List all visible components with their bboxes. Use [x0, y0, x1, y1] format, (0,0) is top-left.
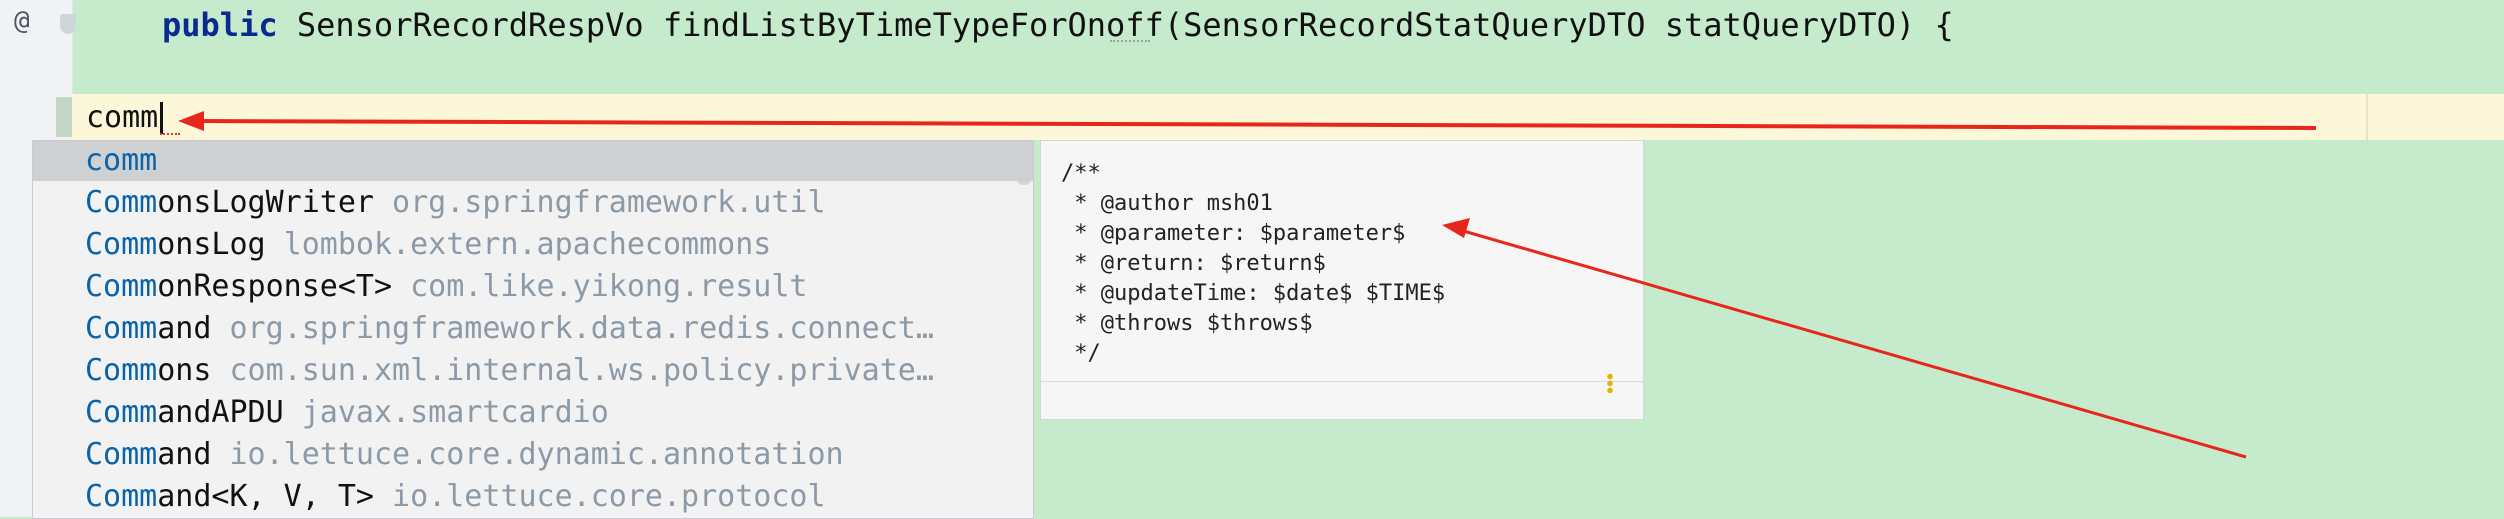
- warning-squiggle: [1110, 36, 1150, 42]
- typed-text[interactable]: comm: [86, 100, 158, 135]
- item-name-rest: ons: [157, 353, 212, 388]
- right-margin-guide: [2366, 94, 2368, 140]
- completion-item[interactable]: Commons com.sun.xml.internal.ws.policy.p…: [33, 351, 1033, 391]
- typo-squiggle: [160, 129, 180, 135]
- item-name-rest: and<K, V, T>: [157, 479, 374, 514]
- item-package-detail: com.like.yikong.result: [392, 269, 808, 304]
- completion-item[interactable]: comm: [33, 141, 1033, 181]
- item-name-rest: onResponse<T>: [157, 269, 393, 304]
- preview-text: /** * @author msh01 * @parameter: $param…: [1061, 161, 1446, 366]
- method-signature-line[interactable]: public SensorRecordRespVo findListByTime…: [162, 6, 1954, 44]
- completion-item[interactable]: Command<K, V, T> io.lettuce.core.protoco…: [33, 477, 1033, 517]
- item-package-detail: io.lettuce.core.dynamic.annotation: [211, 437, 844, 472]
- completion-item[interactable]: Command org.springframework.data.redis.c…: [33, 309, 1033, 349]
- item-match-text: Comm: [85, 479, 158, 514]
- completion-item[interactable]: CommonsLogWriter org.springframework.uti…: [33, 183, 1033, 223]
- override-at-icon[interactable]: @: [14, 6, 30, 36]
- item-match-text: Comm: [85, 311, 158, 346]
- completion-item[interactable]: CommandAPDU javax.smartcardio: [33, 393, 1033, 433]
- item-package-detail: lombok.extern.apachecommons: [265, 227, 772, 262]
- completion-item[interactable]: CommonsLog lombok.extern.apachecommons: [33, 225, 1033, 265]
- javadoc-preview: /** * @author msh01 * @parameter: $param…: [1040, 140, 1644, 420]
- fold-marker[interactable]: [56, 97, 72, 137]
- shield-icon: [60, 14, 76, 34]
- item-name-rest: onsLogWriter: [157, 185, 374, 220]
- preview-separator: [1041, 381, 1643, 382]
- item-match-text: comm: [85, 143, 158, 178]
- item-name-rest: and: [157, 311, 212, 346]
- item-match-text: Comm: [85, 437, 158, 472]
- keyword-public: public: [162, 6, 278, 44]
- item-package-detail: org.springframework.data.redis.connect…: [211, 311, 934, 346]
- item-name-rest: andAPDU: [157, 395, 284, 430]
- item-package-detail: org.springframework.util: [374, 185, 826, 220]
- item-match-text: Comm: [85, 227, 158, 262]
- item-package-detail: javax.smartcardio: [283, 395, 609, 430]
- item-package-detail: io.lettuce.core.protocol: [374, 479, 826, 514]
- item-package-detail: com.sun.xml.internal.ws.policy.private…: [211, 353, 934, 388]
- item-match-text: Comm: [85, 269, 158, 304]
- item-match-text: Comm: [85, 353, 158, 388]
- completion-item[interactable]: Command io.lettuce.core.dynamic.annotati…: [33, 435, 1033, 475]
- item-name-rest: and: [157, 437, 212, 472]
- item-name-rest: onsLog: [157, 227, 266, 262]
- completion-item[interactable]: CommonResponse<T> com.like.yikong.result: [33, 267, 1033, 307]
- kebab-menu-icon[interactable]: [1607, 373, 1613, 393]
- current-line-highlight: [72, 94, 2504, 140]
- completion-popup[interactable]: comm CommonsLogWriter org.springframework…: [32, 140, 1034, 519]
- item-match-text: Comm: [85, 395, 158, 430]
- item-match-text: Comm: [85, 185, 158, 220]
